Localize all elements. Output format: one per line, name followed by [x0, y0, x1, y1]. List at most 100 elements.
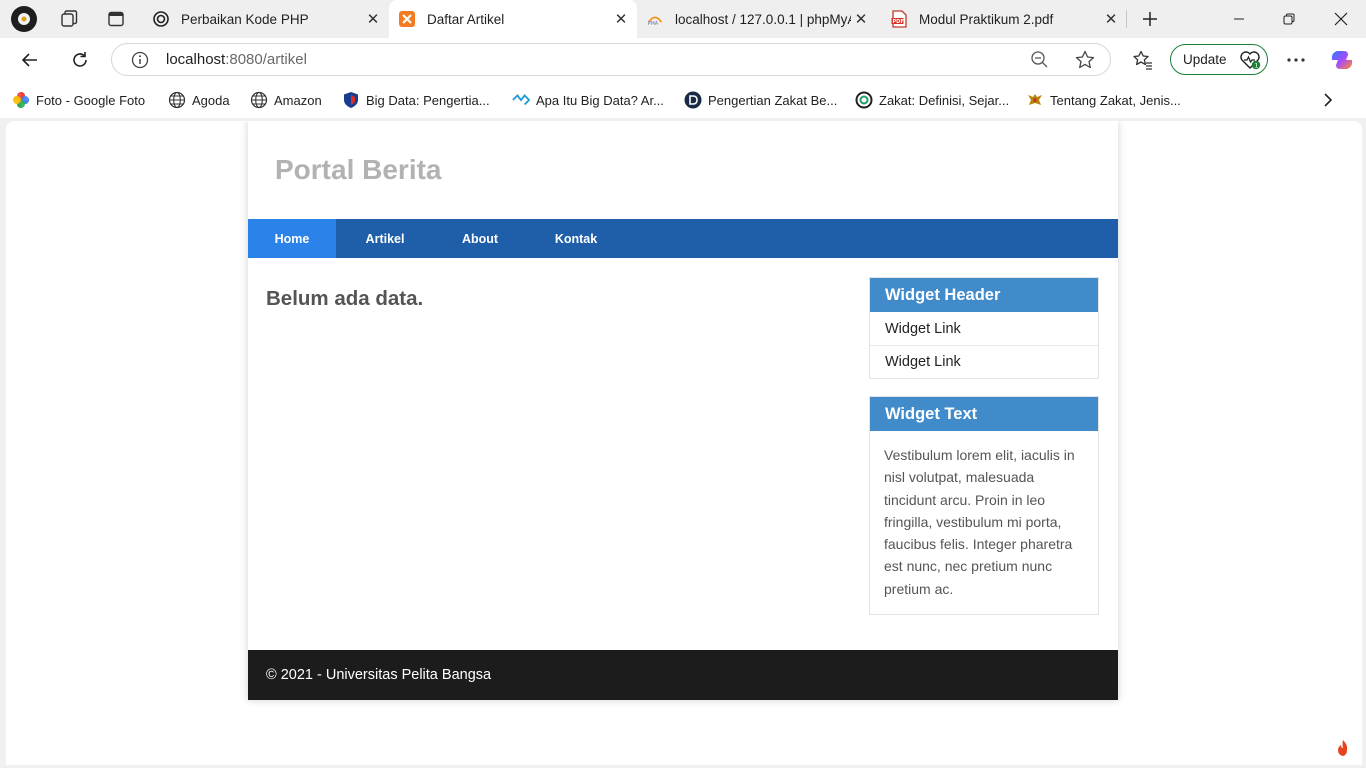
- flame-icon: [1338, 740, 1348, 756]
- refresh-button[interactable]: [64, 44, 96, 76]
- bookmark-big-data-pengertian[interactable]: Big Data: Pengertia...: [342, 82, 490, 118]
- browser-toolbar: localhost:8080/artikel Update 1: [0, 38, 1366, 82]
- more-dots-icon: [1287, 58, 1305, 62]
- close-icon: [1334, 12, 1348, 26]
- address-bar[interactable]: localhost:8080/artikel: [111, 43, 1111, 76]
- bookmark-agoda[interactable]: Agoda: [168, 82, 230, 118]
- tab-strip: Perbaikan Kode PHP ✕ Daftar Artikel ✕ PM…: [0, 0, 1366, 38]
- bookmarks-overflow-button[interactable]: [1318, 82, 1338, 118]
- nav-artikel[interactable]: Artikel: [336, 219, 434, 258]
- chevron-right-icon: [1324, 93, 1333, 107]
- minimize-icon: [1234, 18, 1244, 20]
- profile-avatar[interactable]: [10, 5, 38, 33]
- widget-text-body: Vestibulum lorem elit, iaculis in nisl v…: [884, 447, 1075, 597]
- workspaces-button[interactable]: [55, 5, 83, 33]
- bookmark-label: Amazon: [274, 92, 322, 108]
- globe-icon: [168, 91, 186, 109]
- widget-text-header: Widget Text: [870, 397, 1098, 431]
- heartbeat-icon: 1: [1239, 50, 1261, 70]
- tab-actions-icon: [108, 11, 124, 27]
- update-button[interactable]: Update 1: [1170, 44, 1268, 75]
- new-tab-button[interactable]: [1136, 5, 1164, 33]
- profile-icon: [11, 6, 37, 32]
- wave-icon: [512, 91, 530, 109]
- tab-title: localhost / 127.0.0.1 | phpMyAdmin: [675, 11, 851, 27]
- back-button[interactable]: [14, 44, 46, 76]
- d-icon: [684, 91, 702, 109]
- copilot-icon: [1331, 51, 1353, 69]
- bookmark-google-foto[interactable]: Foto - Google Foto: [12, 82, 145, 118]
- widget-link[interactable]: Widget Link: [870, 345, 1098, 378]
- pdf-icon: PDF: [891, 10, 907, 28]
- bookmark-label: Pengertian Zakat Be...: [708, 92, 838, 108]
- refresh-icon: [73, 52, 87, 67]
- close-window-button[interactable]: [1316, 0, 1366, 38]
- bookmark-label: Tentang Zakat, Jenis...: [1050, 92, 1181, 108]
- main-navigation: Home Artikel About Kontak: [248, 219, 1118, 258]
- url-path: :8080/artikel: [225, 50, 307, 68]
- site-title: Portal Berita: [275, 154, 442, 185]
- shield-icon: [342, 91, 360, 109]
- empty-state-message: Belum ada data.: [266, 287, 424, 310]
- back-arrow-icon: [21, 53, 37, 67]
- url-text: localhost:8080/artikel: [166, 51, 307, 69]
- restore-icon: [1283, 13, 1295, 25]
- widget-link[interactable]: Widget Link: [870, 312, 1098, 345]
- garuda-icon: [1026, 91, 1044, 109]
- favorites-list-icon: [1133, 50, 1152, 70]
- workspaces-icon: [61, 10, 78, 27]
- url-host: localhost: [166, 50, 226, 68]
- tab-title: Perbaikan Kode PHP: [181, 11, 309, 27]
- nav-kontak[interactable]: Kontak: [526, 219, 626, 258]
- copilot-button[interactable]: [1326, 44, 1358, 76]
- close-tab-icon[interactable]: ✕: [363, 9, 383, 29]
- bookmark-label: Agoda: [192, 92, 230, 108]
- close-tab-icon[interactable]: ✕: [611, 9, 631, 29]
- tab-actions-button[interactable]: [102, 5, 130, 33]
- tab-modul-praktikum[interactable]: PDF Modul Praktikum 2.pdf ✕: [881, 0, 1127, 38]
- svg-text:1: 1: [1254, 61, 1258, 69]
- bookmark-pengertian-zakat[interactable]: Pengertian Zakat Be...: [684, 82, 837, 118]
- tab-phpmyadmin[interactable]: PMA localhost / 127.0.0.1 | phpMyAdmin ✕: [637, 0, 881, 38]
- widget-header: Widget Header: [870, 278, 1098, 312]
- bookmark-label: Foto - Google Foto: [36, 92, 146, 108]
- bookmark-amazon[interactable]: Amazon: [250, 82, 322, 118]
- bookmark-tentang-zakat[interactable]: Tentang Zakat, Jenis...: [1026, 82, 1181, 118]
- nav-about[interactable]: About: [434, 219, 526, 258]
- favorites-button[interactable]: [1127, 44, 1159, 76]
- zoom-out-icon[interactable]: [1030, 50, 1050, 75]
- nav-home[interactable]: Home: [248, 219, 336, 258]
- close-tab-icon[interactable]: ✕: [1101, 9, 1121, 29]
- globe-icon: [250, 91, 268, 109]
- favorite-star-icon[interactable]: [1074, 49, 1096, 76]
- plus-icon: [1143, 12, 1157, 26]
- openai-icon: [153, 11, 169, 27]
- update-label: Update: [1183, 52, 1227, 67]
- bookmarks-bar: Foto - Google Foto Agoda Amazon Big Data…: [0, 82, 1366, 118]
- xampp-icon: [399, 11, 415, 27]
- ring-icon: [855, 91, 873, 109]
- close-tab-icon[interactable]: ✕: [851, 9, 871, 29]
- tab-separator: [1126, 10, 1127, 28]
- restore-button[interactable]: [1264, 0, 1314, 38]
- flame-extension-button[interactable]: [1328, 734, 1358, 762]
- settings-more-button[interactable]: [1280, 44, 1312, 76]
- tab-perbaikan-kode-php[interactable]: Perbaikan Kode PHP ✕: [143, 0, 389, 38]
- site-info-icon[interactable]: [130, 50, 150, 70]
- site-container: Portal Berita Home Artikel About Kontak …: [248, 121, 1118, 700]
- phpmyadmin-icon: PMA: [647, 11, 663, 27]
- svg-text:PMA: PMA: [648, 21, 659, 27]
- bookmark-label: Apa Itu Big Data? Ar...: [536, 92, 664, 108]
- widget-links: Widget Header Widget Link Widget Link: [869, 277, 1099, 379]
- bookmark-label: Zakat: Definisi, Sejar...: [879, 92, 1010, 108]
- tab-title: Modul Praktikum 2.pdf: [919, 11, 1054, 27]
- site-footer: © 2021 - Universitas Pelita Bangsa: [248, 650, 1118, 700]
- widget-text: Widget Text Vestibulum lorem elit, iacul…: [869, 396, 1099, 616]
- page-viewport: Portal Berita Home Artikel About Kontak …: [6, 121, 1362, 765]
- tab-daftar-artikel[interactable]: Daftar Artikel ✕: [389, 0, 637, 38]
- bookmark-apa-itu-big-data[interactable]: Apa Itu Big Data? Ar...: [512, 82, 664, 118]
- bookmark-zakat-definisi[interactable]: Zakat: Definisi, Sejar...: [855, 82, 1009, 118]
- tab-title: Daftar Artikel: [427, 11, 505, 27]
- svg-text:PDF: PDF: [893, 19, 904, 25]
- minimize-button[interactable]: [1214, 0, 1264, 38]
